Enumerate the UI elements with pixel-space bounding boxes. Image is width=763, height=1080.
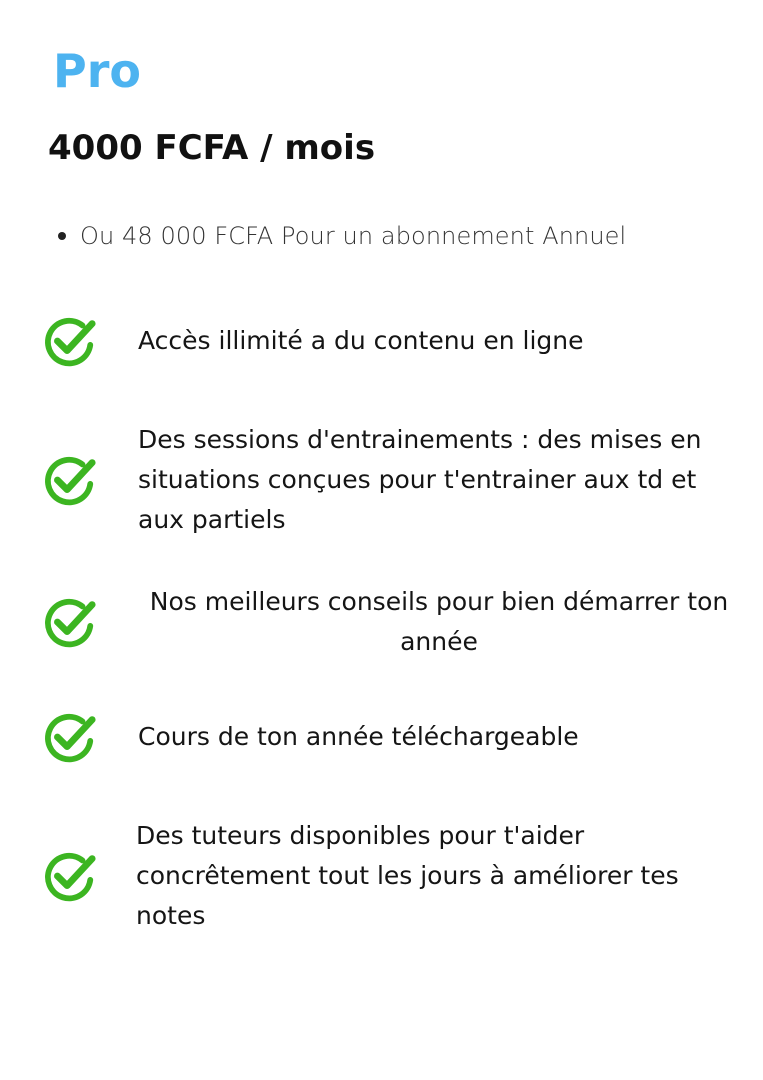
feature-item: Accès illimité a du contenu en ligne — [40, 312, 740, 370]
feature-text: Des tuteurs disponibles pour t'aider con… — [136, 821, 679, 930]
feature-text: Accès illimité a du contenu en ligne — [138, 326, 584, 355]
annual-option: Ou 48 000 FCFA Pour un abonnement Annuel — [58, 222, 626, 250]
feature-item: Des tuteurs disponibles pour t'aider con… — [40, 816, 740, 936]
feature-text: Des sessions d'entrainements : des mises… — [138, 425, 702, 534]
plan-name: Pro — [53, 44, 142, 98]
check-circle-icon — [45, 598, 96, 648]
feature-text: Cours de ton année téléchargeable — [138, 722, 579, 751]
annual-option-text: Ou 48 000 FCFA Pour un abonnement Annuel — [80, 222, 627, 250]
bullet-icon — [58, 232, 66, 240]
feature-item: Cours de ton année téléchargeable — [40, 708, 740, 766]
feature-item: Nos meilleurs conseils pour bien démarre… — [40, 582, 740, 662]
check-circle-icon — [45, 852, 96, 902]
check-circle-icon — [45, 713, 96, 763]
plan-price: 4000 FCFA / mois — [48, 128, 376, 168]
feature-text: Nos meilleurs conseils pour bien démarre… — [149, 587, 729, 656]
feature-item: Des sessions d'entrainements : des mises… — [40, 420, 740, 540]
check-circle-icon — [45, 317, 96, 367]
check-circle-icon — [45, 456, 96, 506]
